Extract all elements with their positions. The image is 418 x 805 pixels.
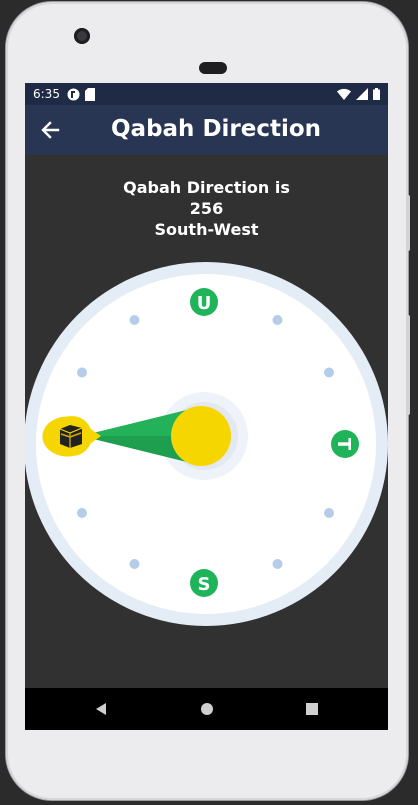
needle-hub [171,406,231,466]
page-title: Qabah Direction [111,116,322,142]
north-marker: U [190,288,218,316]
dial-dot [324,367,334,378]
volume-button [406,315,410,415]
east-marker-label: T [333,438,354,451]
front-camera [74,28,90,44]
earpiece-speaker [199,62,227,74]
nav-recents-icon[interactable] [287,688,337,730]
status-time: 6:35 [33,87,60,101]
status-bar: 6:35 [25,83,388,105]
south-marker: S [190,569,218,597]
direction-info: Qabah Direction is 256 South-West [25,177,388,240]
battery-icon [373,88,380,100]
wifi-icon [337,88,351,100]
signal-icon [356,88,368,100]
app-bar: Qabah Direction [25,105,388,155]
dial-dot [129,315,140,325]
direction-name: South-West [154,220,259,239]
direction-label: Qabah Direction is [123,178,290,197]
dial-dot [272,559,283,569]
east-marker: T [331,430,359,458]
dial-dot [324,508,334,518]
direction-degrees: 256 [189,199,224,218]
dial-dot [77,367,87,378]
system-nav-bar [25,688,388,730]
screen: 6:35 Qabah Direction Qabah Direction is … [25,83,388,730]
south-marker-label: S [198,574,211,595]
nav-home-icon[interactable] [182,688,232,730]
sd-card-icon [85,88,95,101]
dial-dot [77,508,87,518]
compass-dial: U T S [25,262,388,626]
dial-dot [129,559,140,569]
back-arrow-icon[interactable] [37,117,63,143]
nav-back-icon[interactable] [77,688,127,730]
dial-dot [272,315,283,325]
north-marker-label: U [197,293,212,314]
main-content: Qabah Direction is 256 South-West U T S [25,155,388,688]
power-button [406,195,410,251]
notification-app-icon [67,88,80,101]
